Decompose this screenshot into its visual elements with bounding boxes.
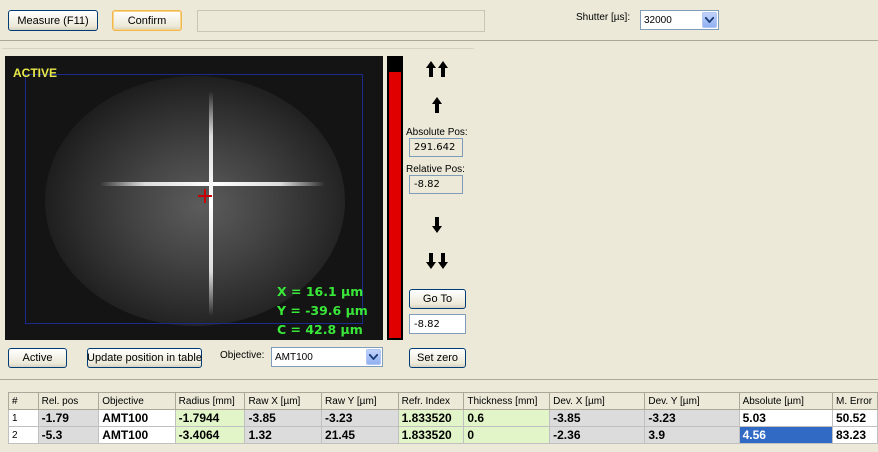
status-field — [197, 10, 485, 32]
table-cell[interactable]: 1.833520 — [397, 409, 465, 427]
double-arrow-up-icon[interactable] — [422, 58, 452, 80]
chevron-down-icon[interactable] — [702, 12, 717, 28]
column-header[interactable]: Refr. Index — [397, 392, 465, 410]
column-header[interactable]: Objective — [98, 392, 176, 410]
table-cell[interactable]: 4.56 — [738, 426, 834, 444]
top-separator — [0, 40, 878, 41]
table-cell[interactable]: 21.45 — [321, 426, 399, 444]
table-header-row: # Rel. pos Objective Radius [mm] Raw X [µm] R… — [8, 392, 878, 410]
table-cell[interactable]: -5.3 — [37, 426, 100, 444]
column-header[interactable]: Raw X [µm] — [244, 392, 323, 410]
table-cell[interactable]: 2 — [8, 426, 39, 444]
table-cell[interactable]: -3.4064 — [174, 426, 246, 444]
go-to-button[interactable]: Go To — [409, 289, 466, 309]
measure-button[interactable]: Measure (F11) — [8, 10, 98, 31]
objective-select[interactable]: AMT100 — [271, 347, 383, 367]
chevron-down-icon[interactable] — [366, 349, 381, 365]
reticle-vertical — [209, 91, 213, 316]
shutter-select[interactable]: 32000 — [640, 10, 719, 30]
table-cell[interactable]: -3.85 — [549, 409, 646, 427]
c-readout: C = 42.8 µm — [277, 322, 363, 337]
objective-label: Objective: — [220, 350, 265, 361]
table-cell[interactable]: -1.7944 — [174, 409, 246, 427]
y-readout: Y = -39.6 µm — [277, 303, 368, 318]
table-row[interactable]: 2 -5.3 AMT100 -3.4064 1.32 21.45 1.833520 0 -2.3… — [8, 426, 878, 444]
column-header[interactable]: Dev. X [µm] — [549, 392, 646, 410]
column-header[interactable]: Thickness [mm] — [463, 392, 551, 410]
table-row[interactable]: 1 -1.79 AMT100 -1.7944 -3.85 -3.23 1.833520 0.6… — [8, 409, 878, 427]
table-cell[interactable]: 5.03 — [738, 409, 834, 427]
camera-view[interactable]: ACTIVE X = 16.1 µm Y = -39.6 µm C = 42.8… — [5, 56, 383, 340]
intensity-level-fill — [389, 72, 401, 338]
table-cell[interactable]: 1 — [8, 409, 39, 427]
active-button[interactable]: Active — [8, 348, 67, 368]
measurement-table[interactable]: # Rel. pos Objective Radius [mm] Raw X [µm] R… — [8, 392, 878, 444]
table-cell[interactable]: 83.23 — [832, 426, 878, 444]
shutter-label: Shutter [µs]: — [576, 12, 631, 23]
table-cell[interactable]: 50.52 — [832, 409, 878, 427]
table-cell[interactable]: -1.79 — [37, 409, 100, 427]
column-header[interactable]: M. Error — [832, 392, 878, 410]
shutter-value: 32000 — [644, 14, 672, 26]
table-cell[interactable]: -3.23 — [321, 409, 399, 427]
column-header[interactable]: Rel. pos — [37, 392, 100, 410]
go-to-input[interactable]: -8.82 — [409, 314, 466, 334]
table-cell[interactable]: -2.36 — [549, 426, 646, 444]
column-header[interactable]: Radius [mm] — [174, 392, 246, 410]
arrow-down-icon[interactable] — [422, 214, 452, 236]
column-header[interactable]: Absolute [µm] — [738, 392, 834, 410]
x-readout: X = 16.1 µm — [277, 284, 364, 299]
intensity-level-bar — [387, 56, 403, 340]
update-position-button[interactable]: Update position in table — [87, 348, 202, 368]
table-cell[interactable]: AMT100 — [98, 409, 176, 427]
crosshair-icon — [198, 189, 212, 203]
arrow-up-icon[interactable] — [422, 94, 452, 116]
camera-state-label: ACTIVE — [13, 66, 58, 80]
objective-value: AMT100 — [275, 351, 313, 363]
double-arrow-down-icon[interactable] — [422, 250, 452, 272]
absolute-pos-field: 291.642 — [409, 138, 463, 157]
table-cell[interactable]: -3.85 — [244, 409, 323, 427]
table-cell[interactable]: -3.23 — [644, 409, 740, 427]
table-cell[interactable]: 0.6 — [463, 409, 551, 427]
column-header[interactable]: Dev. Y [µm] — [644, 392, 740, 410]
set-zero-button[interactable]: Set zero — [409, 348, 466, 368]
column-header[interactable]: # — [8, 392, 39, 410]
confirm-button[interactable]: Confirm — [112, 10, 182, 31]
relative-pos-field: -8.82 — [409, 175, 463, 194]
table-cell[interactable]: 1.833520 — [397, 426, 465, 444]
table-cell[interactable]: 3.9 — [644, 426, 740, 444]
column-header[interactable]: Raw Y [µm] — [321, 392, 399, 410]
table-cell[interactable]: 0 — [463, 426, 551, 444]
camera-group-frame — [2, 48, 474, 49]
relative-pos-label: Relative Pos: — [406, 164, 465, 175]
table-cell[interactable]: AMT100 — [98, 426, 176, 444]
absolute-pos-label: Absolute Pos: — [406, 127, 468, 138]
table-separator — [0, 379, 878, 380]
table-cell[interactable]: 1.32 — [244, 426, 323, 444]
